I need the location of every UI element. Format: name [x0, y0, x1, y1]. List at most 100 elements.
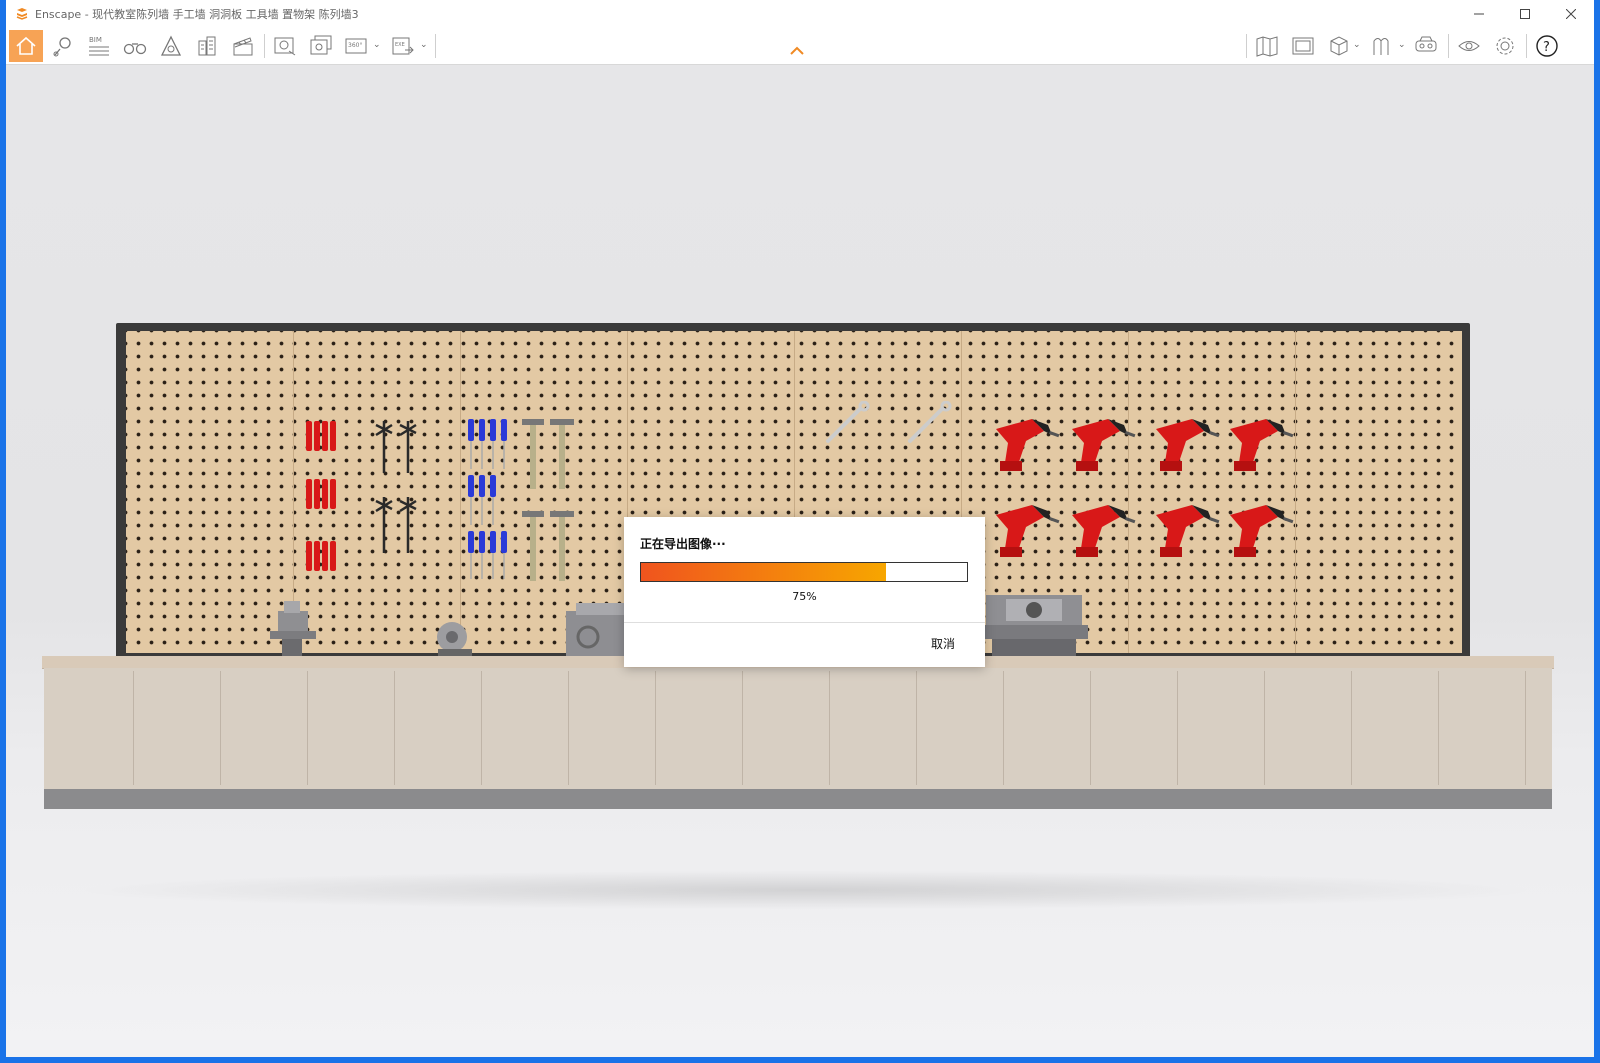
toolbar-separator: [1246, 34, 1247, 58]
chevron-down-icon[interactable]: ⌄: [373, 40, 381, 50]
buildings-button[interactable]: [190, 30, 224, 62]
svg-text:360°: 360°: [348, 42, 362, 49]
views-button[interactable]: [118, 30, 152, 62]
eye-icon: [1458, 41, 1480, 51]
panel-icon: [1292, 37, 1314, 55]
close-button[interactable]: [1548, 0, 1594, 28]
chevron-down-icon[interactable]: ⌄: [1398, 40, 1406, 50]
chevron-down-icon[interactable]: ⌄: [420, 40, 428, 50]
screenshot-button[interactable]: [268, 30, 302, 62]
floor-shadow: [66, 870, 1546, 910]
map-icon: [1256, 36, 1278, 57]
vr-headset-icon: [1415, 36, 1437, 52]
cabinet-door: [395, 671, 482, 785]
batch-render-icon: [310, 35, 332, 55]
export-progress-dialog: 正在导出图像··· 75% 取消: [624, 517, 985, 667]
panorama-icon: 360°: [345, 38, 367, 54]
bim-button[interactable]: BIM: [82, 30, 116, 62]
cabinet-door: [134, 671, 221, 785]
desktop-edge: [0, 1057, 1600, 1063]
progress-fill: [641, 563, 886, 581]
export-button[interactable]: EXE: [386, 30, 420, 62]
cabinet-door: [482, 671, 569, 785]
help-button[interactable]: ?: [1530, 30, 1564, 62]
asset-library-icon: [160, 35, 182, 56]
window-controls: [1456, 0, 1594, 28]
toolbar-separator: [1448, 34, 1449, 58]
blue-screwdriver-rack: [468, 419, 507, 579]
maximize-icon: [1520, 9, 1530, 19]
dialog-title: 正在导出图像···: [640, 537, 726, 551]
cabinet-door: [917, 671, 1004, 785]
material-button[interactable]: [1366, 30, 1400, 62]
cube-icon: [1330, 36, 1348, 56]
capture-panel-button[interactable]: [1286, 30, 1320, 62]
cancel-button[interactable]: 取消: [931, 635, 955, 652]
dialog-divider: [624, 622, 985, 623]
enscape-logo-icon: [16, 8, 28, 20]
vr-button[interactable]: [1410, 30, 1444, 62]
toolbar-separator: [435, 34, 436, 58]
svg-text:?: ?: [1543, 40, 1550, 55]
grinding-wheel: [437, 622, 472, 657]
cabinet-door: [656, 671, 743, 785]
table-planer: [982, 595, 1088, 657]
clapperboard-icon: [233, 37, 253, 56]
red-drill-rack: [996, 419, 1294, 557]
svg-text:EXE: EXE: [395, 42, 405, 48]
collapse-toolbar-icon[interactable]: [790, 46, 804, 56]
cabinet-door: [44, 671, 134, 785]
map-button[interactable]: [1250, 30, 1284, 62]
progress-bar: [640, 562, 968, 582]
location-button[interactable]: [46, 30, 80, 62]
view-button[interactable]: [1452, 30, 1486, 62]
cabinet-door: [1091, 671, 1178, 785]
toolbar-separator: [1526, 34, 1527, 58]
panel-seam: [460, 331, 461, 653]
cabinet-door: [569, 671, 656, 785]
cabinet-door: [1178, 671, 1265, 785]
maximize-button[interactable]: [1502, 0, 1548, 28]
minimize-icon: [1474, 13, 1484, 15]
hammer-rack: [522, 419, 574, 581]
bim-icon: BIM: [89, 36, 109, 56]
batch-render-button[interactable]: [304, 30, 338, 62]
close-icon: [1566, 9, 1576, 19]
cabinet-door: [743, 671, 830, 785]
home-button[interactable]: [9, 30, 43, 62]
cabinet-door: [1004, 671, 1091, 785]
main-toolbar: BIM 360° ⌄ EXE ⌄ ⌄ ⌄ ?: [6, 28, 1594, 65]
asset-library-button[interactable]: [154, 30, 188, 62]
help-icon: ?: [1536, 35, 1558, 57]
video-button[interactable]: [226, 30, 260, 62]
cabinet-door: [830, 671, 917, 785]
map-pin-icon: [53, 37, 71, 57]
cabinet-door: [1265, 671, 1352, 785]
screenshot-icon: [274, 37, 296, 56]
wrench-pair: [826, 401, 952, 443]
material-icon: [1373, 38, 1389, 55]
panorama-button[interactable]: 360°: [340, 30, 374, 62]
toolbar-separator: [264, 34, 265, 58]
binoculars-icon: [123, 43, 147, 55]
window-title: Enscape - 现代教室陈列墙 手工墙 洞洞板 工具墙 置物架 陈列墙3: [35, 8, 359, 21]
title-bar: Enscape - 现代教室陈列墙 手工墙 洞洞板 工具墙 置物架 陈列墙3: [6, 0, 1594, 28]
cube-view-button[interactable]: [1322, 30, 1356, 62]
buildings-icon: [198, 36, 216, 56]
app-window: Enscape - 现代教室陈列墙 手工墙 洞洞板 工具墙 置物架 陈列墙3 B…: [6, 0, 1594, 1057]
minimize-button[interactable]: [1456, 0, 1502, 28]
cabinet-plinth: [44, 789, 1552, 809]
export-exe-icon: EXE: [392, 37, 414, 55]
cabinet-door: [1439, 671, 1526, 785]
home-icon: [16, 36, 36, 55]
gear-icon: [1496, 37, 1514, 55]
cabinet-door: [1352, 671, 1439, 785]
svg-text:BIM: BIM: [89, 36, 102, 44]
cabinet-door: [221, 671, 308, 785]
settings-button[interactable]: [1488, 30, 1522, 62]
render-viewport[interactable]: 正在导出图像··· 75% 取消: [6, 65, 1594, 1057]
cabinet-door: [308, 671, 395, 785]
chevron-down-icon[interactable]: ⌄: [1353, 40, 1361, 50]
red-pliers-rack: [306, 421, 336, 571]
hex-key-rack: [375, 421, 417, 553]
